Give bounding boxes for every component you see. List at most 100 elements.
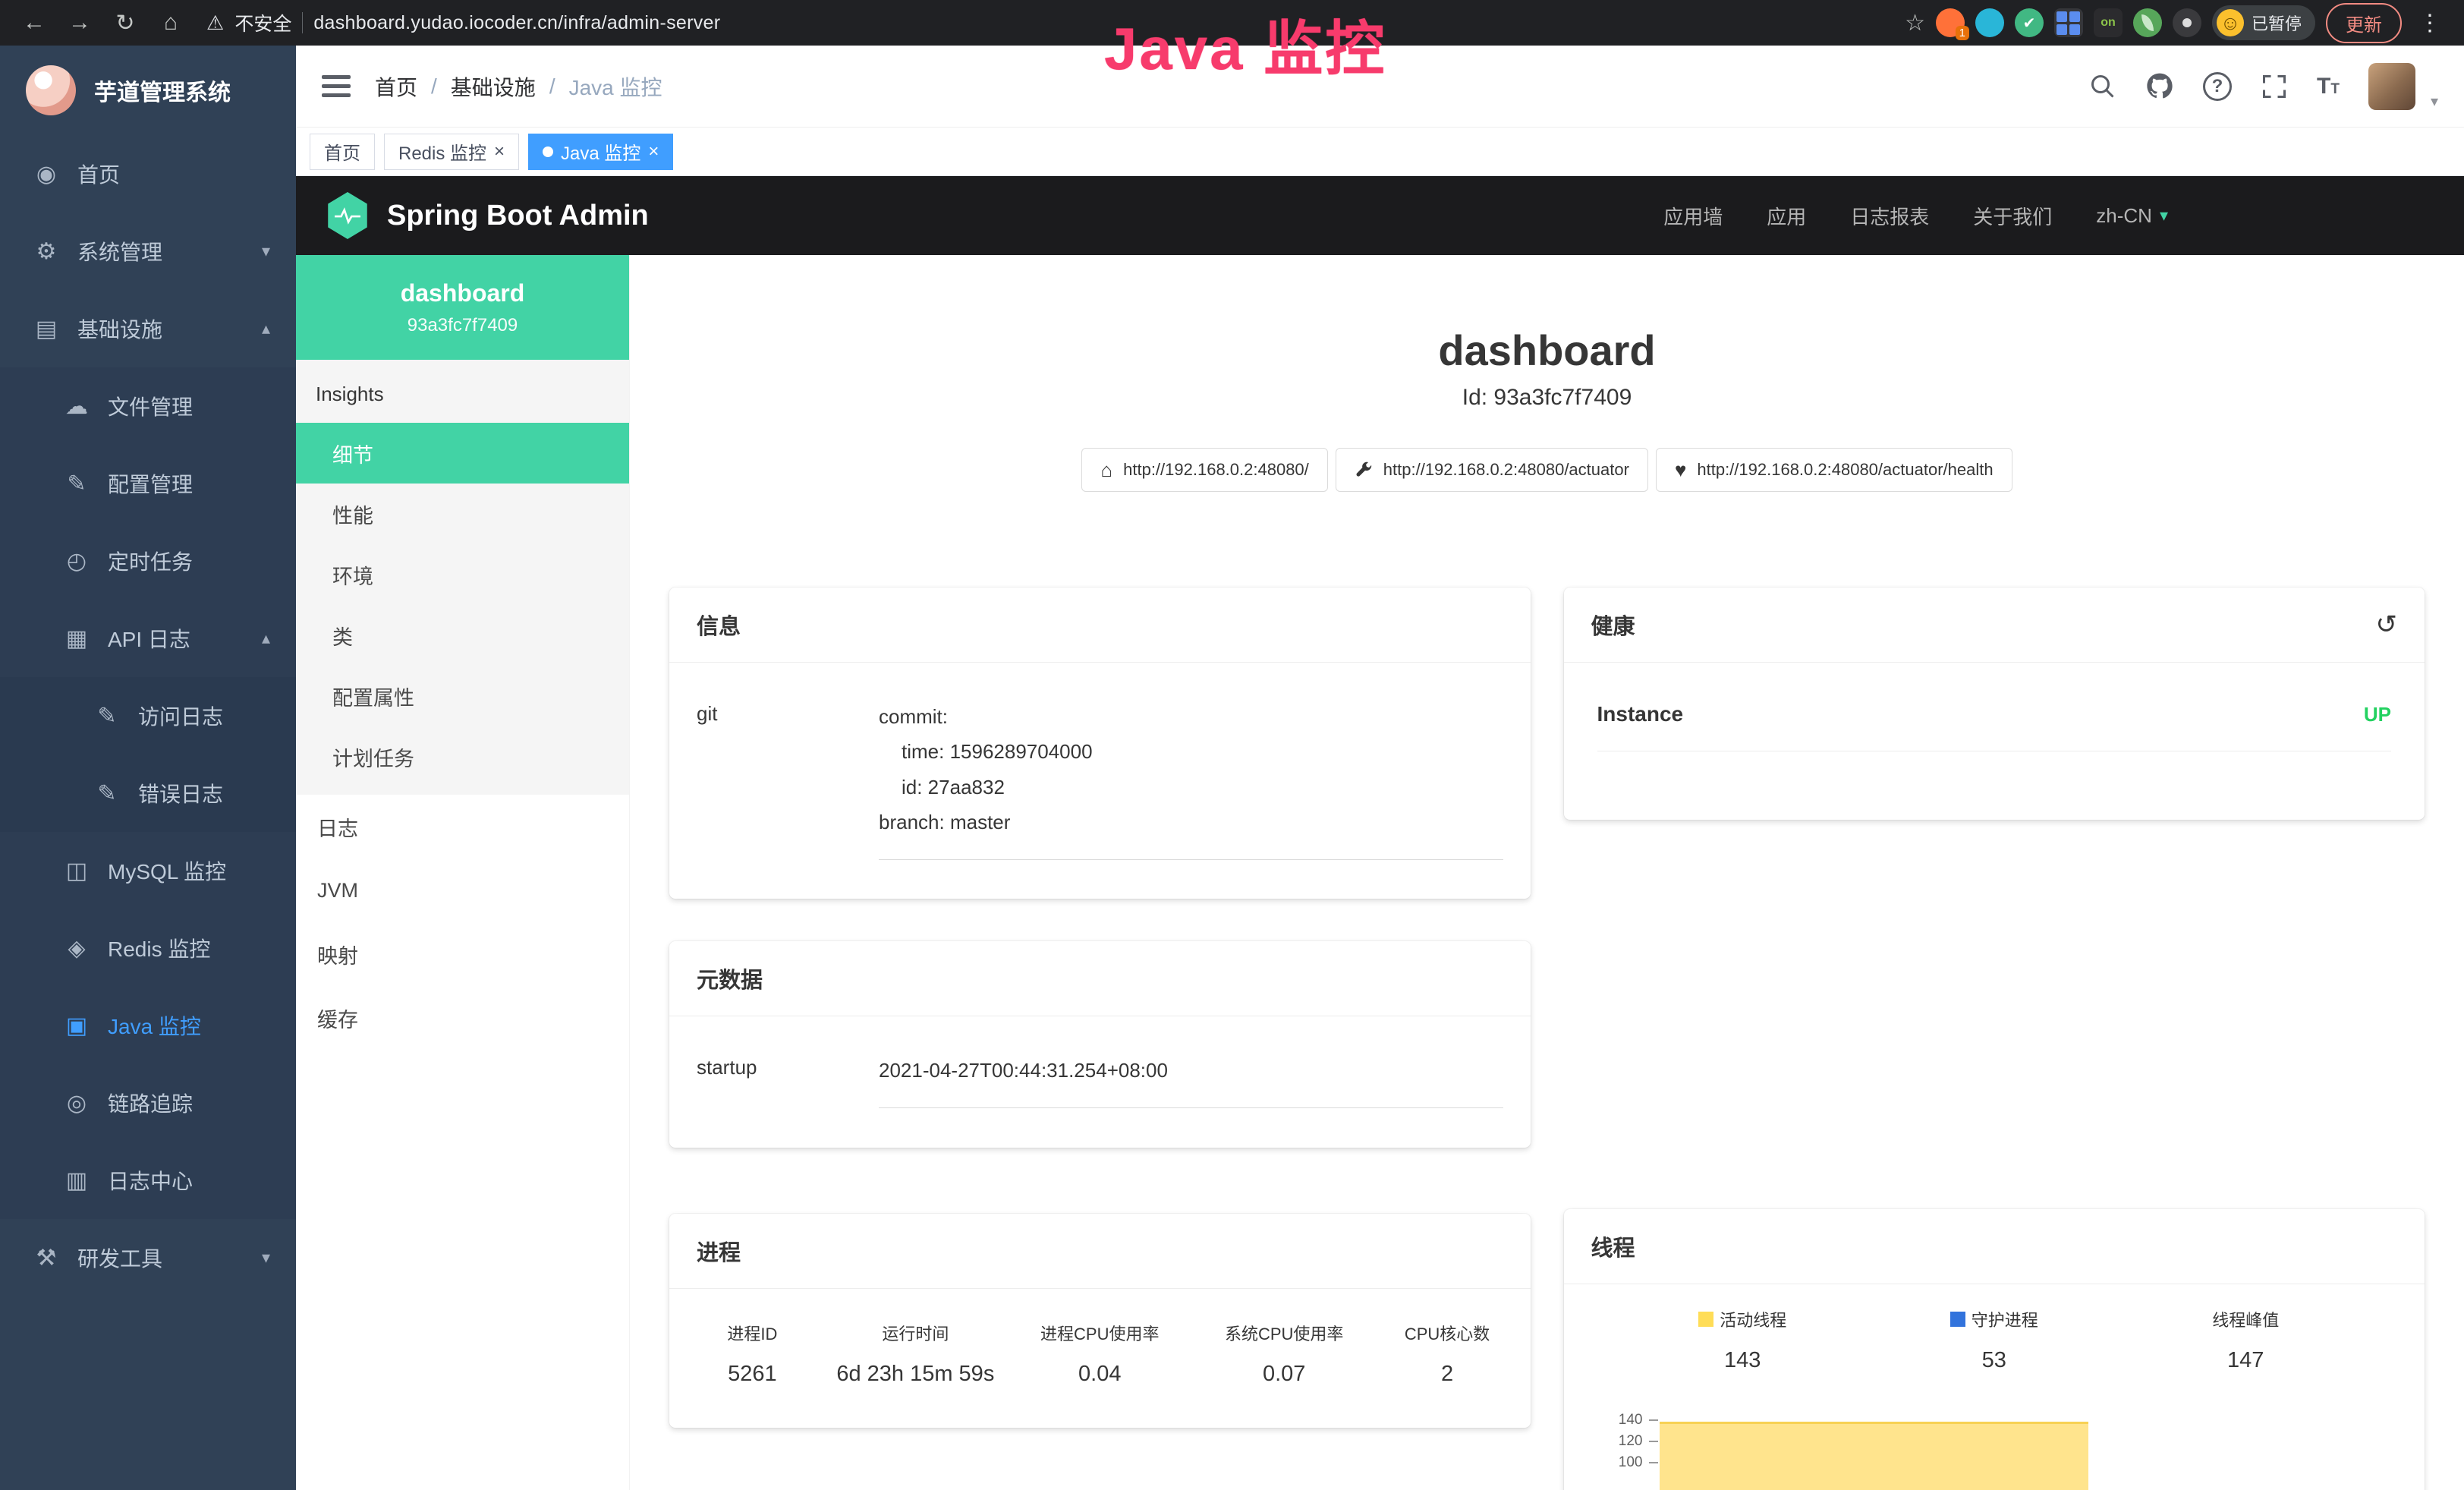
close-icon[interactable]: × [494, 143, 505, 161]
gear-icon: ⚙ [32, 238, 61, 265]
tab-redis-monitor[interactable]: Redis 监控 × [384, 134, 519, 170]
sidebar-item-label: 定时任务 [108, 546, 193, 576]
sba-nav-about[interactable]: 关于我们 [1973, 202, 2052, 230]
sidebar-item-label: 日志中心 [108, 1165, 193, 1195]
search-icon[interactable] [2089, 73, 2116, 100]
fullscreen-icon[interactable] [2261, 73, 2288, 100]
process-column-header: 系统CPU使用率 [1192, 1321, 1377, 1345]
sidebar-item-access-logs[interactable]: ✎ 访问日志 [0, 677, 296, 754]
sba-group-label: Insights [296, 360, 629, 423]
sidebar-item-file-management[interactable]: ☁ 文件管理 [0, 367, 296, 445]
warning-icon: ⚠ [206, 11, 224, 35]
cards-grid: 信息 git commit: time: 1596289704000 id: 2… [660, 587, 2434, 1490]
metadata-key: startup [697, 1053, 879, 1108]
sba-nav-journal[interactable]: 日志报表 [1850, 202, 1929, 230]
back-icon[interactable]: ← [17, 5, 52, 40]
yellow-square-icon [1698, 1312, 1713, 1327]
process-column-value: 5261 [681, 1362, 823, 1387]
metadata-row: startup 2021-04-27T00:44:31.254+08:00 [669, 1016, 1531, 1108]
sba-item-details[interactable]: 细节 [296, 423, 629, 484]
sidebar-item-system[interactable]: ⚙ 系统管理 ▾ [0, 213, 296, 290]
sba-brand-title[interactable]: Spring Boot Admin [387, 200, 649, 232]
help-icon[interactable]: ? [2203, 72, 2232, 101]
health-url-button[interactable]: ♥ http://192.168.0.2:48080/actuator/heal… [1656, 448, 2012, 492]
sidebar-item-label: 首页 [77, 159, 120, 189]
legend-value: 143 [1724, 1348, 1761, 1373]
proxy-switch-icon[interactable]: on [2094, 8, 2123, 37]
breadcrumb-home[interactable]: 首页 [375, 71, 417, 102]
health-status-badge: UP [2364, 703, 2391, 726]
sidebar-item-log-center[interactable]: ▥ 日志中心 [0, 1142, 296, 1219]
header-actions: ? TT ▾ [2089, 61, 2438, 111]
sidebar-item-config-management[interactable]: ✎ 配置管理 [0, 445, 296, 522]
vue-devtools-icon[interactable] [2015, 8, 2044, 37]
dark-extension-icon[interactable] [2173, 8, 2201, 37]
leaf-extension-icon[interactable] [2133, 8, 2162, 37]
sba-nav-wall[interactable]: 应用墙 [1663, 202, 1723, 230]
sba-instance-name: dashboard [401, 279, 525, 307]
sidebar-toggle-icon[interactable] [322, 70, 352, 102]
sba-item-classes[interactable]: 类 [296, 605, 629, 666]
app-logo[interactable]: 芋道管理系统 [0, 46, 296, 135]
access-log-icon: ✎ [93, 703, 121, 729]
chrome-update-button[interactable]: 更新 [2326, 3, 2402, 43]
wrench-icon [1355, 461, 1373, 479]
sidebar-item-infrastructure[interactable]: ▤ 基础设施 ▴ [0, 290, 296, 367]
sidebar-item-mysql-monitor[interactable]: ◫ MySQL 监控 [0, 832, 296, 909]
actuator-url-button[interactable]: http://192.168.0.2:48080/actuator [1336, 448, 1648, 492]
breadcrumb-infrastructure[interactable]: 基础设施 [451, 71, 536, 102]
sba-instance-header: dashboard 93a3fc7f7409 [296, 255, 629, 360]
browser-menu-icon[interactable]: ⋮ [2412, 10, 2447, 36]
process-column: 系统CPU使用率 0.07 [1192, 1321, 1377, 1387]
service-url-button[interactable]: ⌂ http://192.168.0.2:48080/ [1081, 448, 1327, 492]
history-icon[interactable]: ↺ [2376, 610, 2398, 640]
sidebar-item-home[interactable]: ◉ 首页 [0, 135, 296, 213]
bookmark-star-icon[interactable]: ☆ [1905, 10, 1925, 36]
close-icon[interactable]: × [648, 143, 659, 161]
user-avatar[interactable] [2368, 63, 2415, 110]
sidebar-item-scheduled-tasks[interactable]: ◴ 定时任务 [0, 522, 296, 600]
sidebar-item-error-logs[interactable]: ✎ 错误日志 [0, 754, 296, 832]
sba-nav-applications[interactable]: 应用 [1767, 202, 1806, 230]
divider [302, 12, 303, 33]
chevron-up-icon: ▴ [262, 628, 270, 648]
sba-item-caches[interactable]: 缓存 [296, 986, 629, 1050]
extension-orange-icon[interactable]: 1 [1936, 8, 1965, 37]
sidebar-item-api-logs[interactable]: ▦ API 日志 ▴ [0, 600, 296, 677]
sba-item-config-props[interactable]: 配置属性 [296, 666, 629, 726]
tab-java-monitor[interactable]: Java 监控 × [528, 134, 673, 170]
info-row: git commit: time: 1596289704000 id: 27aa… [669, 663, 1531, 860]
tab-home[interactable]: 首页 [310, 134, 375, 170]
home-icon[interactable]: ⌂ [153, 5, 188, 40]
process-column: 运行时间 6d 23h 15m 59s [823, 1321, 1008, 1387]
sba-item-logs[interactable]: 日志 [296, 795, 629, 858]
sidebar-item-java-monitor[interactable]: ▣ Java 监控 [0, 987, 296, 1064]
chevron-down-icon: ▾ [2160, 206, 2168, 225]
extension-drop-icon[interactable] [1975, 8, 2004, 37]
sba-item-mappings[interactable]: 映射 [296, 922, 629, 986]
sba-language-select[interactable]: zh-CN ▾ [2096, 204, 2168, 228]
extension-grid-icon[interactable] [2054, 8, 2083, 37]
sba-item-scheduled-tasks[interactable]: 计划任务 [296, 726, 629, 787]
reload-icon[interactable]: ↻ [108, 5, 143, 40]
sba-item-environment[interactable]: 环境 [296, 544, 629, 605]
chrome-profile-badge[interactable]: 已暂停 [2212, 5, 2315, 40]
chart-y-axis: 140 120 100 [1597, 1410, 1658, 1473]
sidebar-item-dev-tools[interactable]: ⚒ 研发工具 ▾ [0, 1219, 296, 1296]
font-size-icon[interactable]: TT [2317, 74, 2340, 99]
sidebar-item-redis-monitor[interactable]: ◈ Redis 监控 [0, 909, 296, 987]
address-bar[interactable]: ⚠ 不安全 dashboard.yudao.iocoder.cn/infra/a… [206, 9, 720, 36]
api-log-icon: ▦ [62, 625, 91, 652]
sidebar-item-trace[interactable]: ◎ 链路追踪 [0, 1064, 296, 1142]
github-icon[interactable] [2145, 72, 2174, 101]
tab-label: Java 监控 [561, 138, 640, 165]
threads-card: 线程 活动线程 143 [1564, 1209, 2425, 1490]
legend-text: 线程峰值 [2212, 1307, 2279, 1331]
forward-icon[interactable]: → [62, 5, 97, 40]
java-monitor-icon: ▣ [62, 1013, 91, 1039]
sba-item-jvm[interactable]: JVM [296, 858, 629, 922]
sba-sidebar: dashboard 93a3fc7f7409 Insights 细节 性能 环境… [296, 255, 630, 1490]
active-dot [543, 146, 553, 157]
chart-plot-area [1658, 1410, 2425, 1473]
sba-item-performance[interactable]: 性能 [296, 484, 629, 544]
